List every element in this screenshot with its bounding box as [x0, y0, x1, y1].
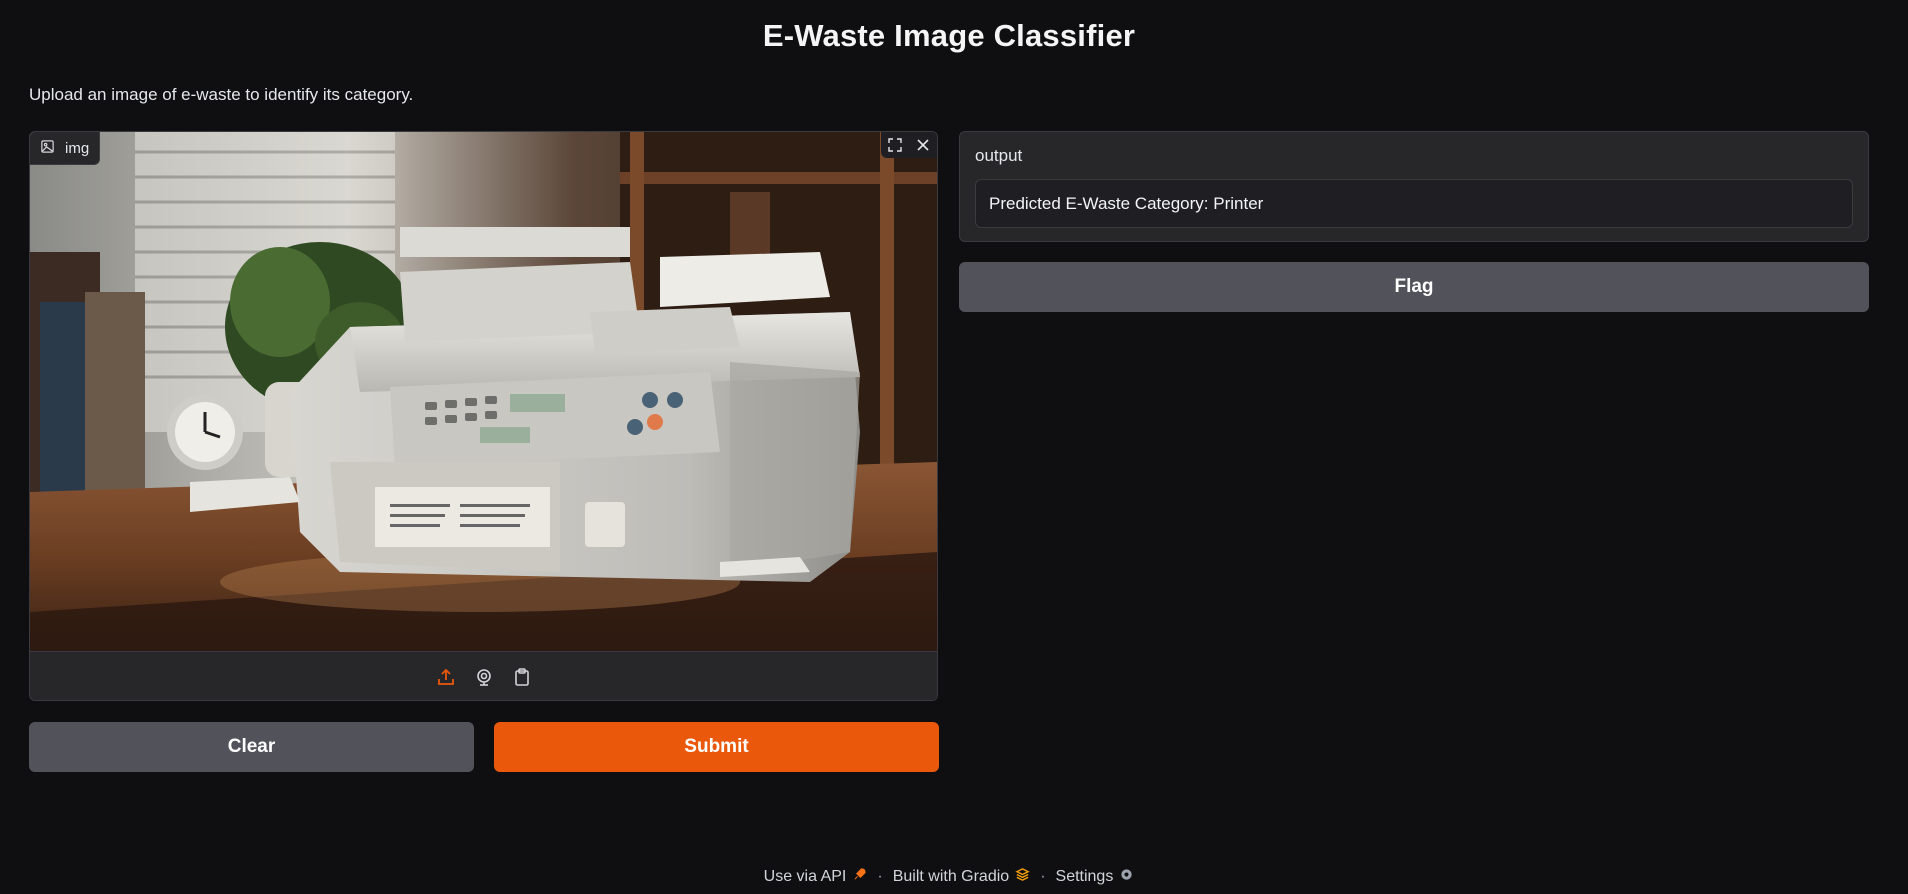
page-description: Upload an image of e-waste to identify i…: [29, 85, 414, 104]
image-label-text: img: [65, 139, 90, 157]
built-with-gradio-link[interactable]: Built with Gradio: [893, 867, 1031, 887]
image-toolbar: [881, 132, 937, 158]
page-title: E-Waste Image Classifier: [762, 18, 1136, 53]
use-via-api-label: Use via API: [763, 868, 847, 885]
image-icon: [40, 139, 55, 158]
output-label: output: [975, 146, 1023, 165]
settings-label: Settings: [1055, 868, 1114, 885]
clear-button[interactable]: Clear: [29, 722, 474, 772]
built-with-gradio-label: Built with Gradio: [892, 868, 1010, 885]
upload-icon[interactable]: [434, 665, 458, 689]
app-root: E-Waste Image Classifier Upload an image…: [0, 0, 1908, 894]
uploaded-image: [30, 132, 937, 651]
use-via-api-link[interactable]: Use via API: [764, 867, 868, 887]
gradio-logo-icon: [1015, 867, 1030, 887]
output-panel: output Predicted E-Waste Category: Print…: [959, 131, 1869, 242]
fullscreen-icon[interactable]: [881, 132, 909, 158]
image-source-bar: [30, 651, 937, 700]
footer-separator: ·: [1040, 868, 1046, 885]
output-textbox[interactable]: Predicted E-Waste Category: Printer: [975, 179, 1853, 228]
rocket-icon: [852, 867, 867, 887]
image-input-label: img: [30, 132, 101, 165]
clipboard-icon[interactable]: [510, 665, 534, 689]
flag-button[interactable]: Flag: [959, 262, 1869, 312]
settings-link[interactable]: Settings: [1056, 867, 1135, 887]
webcam-icon[interactable]: [472, 665, 496, 689]
submit-button[interactable]: Submit: [494, 722, 939, 772]
close-icon[interactable]: [909, 132, 937, 158]
footer-separator: ·: [877, 868, 883, 885]
footer: Use via API · Built with Gradio · Settin…: [0, 867, 1898, 887]
image-input[interactable]: img: [29, 131, 938, 701]
gear-icon: [1119, 867, 1134, 887]
